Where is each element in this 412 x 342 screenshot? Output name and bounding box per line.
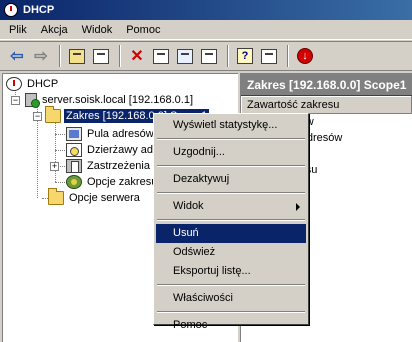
menu-item-help[interactable]: Pomoc [156,316,306,335]
delete-button[interactable]: ✕ [126,45,148,67]
dhcp-app-icon [4,3,18,17]
details-pane-title: Zakres [192.168.0.0] Scope1 [241,74,412,96]
back-icon: ⇦ [10,48,24,65]
menu-item-refresh[interactable]: Odśwież [156,243,306,262]
back-button[interactable]: ⇦ [6,45,28,67]
folder-icon [48,188,64,205]
menu-separator [156,162,306,170]
stop-button[interactable]: ↓ [294,45,316,67]
tree-node-label: Opcje zakresu [87,176,158,188]
menu-file[interactable]: Plik [2,21,34,39]
menu-help[interactable]: Pomoc [119,21,167,39]
menu-separator [156,216,306,224]
folder-icon [45,106,61,123]
tree-node-address-pool[interactable]: Pula adresów [66,126,156,142]
menu-item-view-label: Widok [173,200,204,212]
menu-item-deactivate[interactable]: Dezaktywuj [156,170,306,189]
up-folder-icon [69,48,85,64]
menu-item-show-statistics[interactable]: Wyświetl statystykę... [156,116,306,135]
tree-node-reservations[interactable]: Zastrzeżenia [66,158,152,174]
window-title: DHCP [23,4,55,16]
refresh-button[interactable] [174,45,196,67]
menu-separator [156,308,306,316]
stop-icon: ↓ [297,48,313,64]
tree-node-label: server.soisk.local [192.168.0.1] [42,94,194,106]
menu-separator [156,281,306,289]
menu-separator [156,189,306,197]
expand-toggle[interactable]: + [50,162,59,171]
context-menu: Wyświetl statystykę... Uzgodnij... Dezak… [153,113,309,331]
export-list-icon [201,48,217,64]
tree-node-label: DHCP [27,78,59,90]
menu-item-properties[interactable]: Właściwości [156,289,306,308]
tree-line [55,182,65,183]
server-icon [25,93,40,108]
forward-button[interactable]: ⇨ [30,45,52,67]
dhcp-icon [6,77,22,91]
action-pane-button[interactable] [258,45,280,67]
collapse-toggle[interactable]: − [11,96,20,105]
submenu-arrow-icon [296,203,300,211]
tree-line [55,134,65,135]
toolbar-separator [59,45,61,67]
tree-node-scope-options[interactable]: Opcje zakresu [66,174,159,190]
collapse-toggle[interactable]: − [33,112,42,121]
export-list-button[interactable] [198,45,220,67]
title-bar[interactable]: DHCP [0,0,412,20]
reservations-icon [66,159,82,173]
action-pane-icon [261,48,277,64]
properties-button[interactable] [150,45,172,67]
menu-bar: Plik Akcja Widok Pomoc [0,20,412,40]
column-header[interactable]: Zawartość zakresu [241,96,412,114]
tree-line [55,120,56,182]
menu-item-delete[interactable]: Usuń [156,224,306,243]
up-folder-button[interactable] [66,45,88,67]
tree-node-label: Pula adresów [87,128,154,140]
tree-node-server-options[interactable]: Opcje serwera [48,188,142,206]
scope-options-icon [66,175,82,189]
tree-line [55,150,65,151]
address-pool-icon [66,127,82,141]
menu-item-export-list[interactable]: Eksportuj listę... [156,262,306,281]
delete-icon: ✕ [130,48,144,65]
help-button[interactable]: ? [234,45,256,67]
menu-view[interactable]: Widok [75,21,120,39]
toolbar-separator [287,45,289,67]
show-hide-tree-button[interactable] [90,45,112,67]
help-icon: ? [237,48,253,64]
tree-node-label: Opcje serwera [69,192,140,204]
menu-action[interactable]: Akcja [34,21,75,39]
menu-separator [156,135,306,143]
show-hide-tree-icon [93,48,109,64]
dhcp-window: DHCP Plik Akcja Widok Pomoc ⇦ ⇨ ✕ ? ↓ DH… [0,0,412,342]
toolbar-separator [227,45,229,67]
tree-node-dhcp[interactable]: DHCP [6,76,60,92]
properties-icon [153,48,169,64]
tree-node-label: Zastrzeżenia [87,160,150,172]
toolbar-separator [119,45,121,67]
toolbar: ⇦ ⇨ ✕ ? ↓ [0,41,412,71]
tree-line [60,166,65,167]
address-leases-icon [66,143,82,157]
forward-icon: ⇨ [34,48,48,65]
menu-item-reconcile[interactable]: Uzgodnij... [156,143,306,162]
menu-item-view[interactable]: Widok [156,197,306,216]
refresh-icon [177,48,193,64]
